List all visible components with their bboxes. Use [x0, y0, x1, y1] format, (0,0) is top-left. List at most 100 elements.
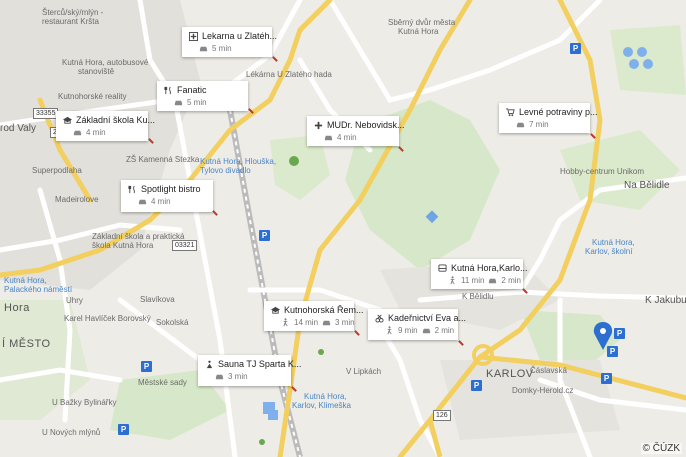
label-hobby: Hobby-centrum Unikom [560, 167, 645, 176]
travel-time: 4 min [86, 128, 106, 137]
label-zakladni-sk: Základní škola a praktická [92, 232, 185, 241]
label-karlov-skolni: Karlov, školní [585, 247, 633, 256]
school-icon [63, 116, 72, 125]
label-madeirolove: Madeirolove [55, 195, 99, 204]
label-stercovsky: Šterců/ský/mlýn - [42, 8, 104, 17]
label-skola-kh: škola Kutná Hora [92, 241, 154, 250]
label-k-belidlu: K Bělidlu [462, 292, 494, 301]
bus-icon [438, 263, 447, 273]
label-kh-karlov2: Kutná Hora, [304, 392, 347, 401]
label-lekarna-zlata: Lékárna U Zlatého hada [246, 70, 332, 79]
label-stanoviste: stanoviště [78, 67, 115, 76]
label-kh-autobusove: Kutná Hora, autobusové [62, 58, 149, 67]
parking-icon: P [570, 43, 581, 54]
poi-card-kutnohorska[interactable]: Kutnohorská Řem... 14 min 3 min [264, 301, 364, 331]
car-icon [138, 197, 147, 206]
car-icon [73, 128, 82, 137]
road-33355: 33355 [33, 108, 59, 119]
restaurant-icon [164, 86, 173, 95]
car-icon [199, 44, 208, 53]
shopping-cart-icon [506, 107, 515, 117]
label-mesto: Í MĚSTO [2, 338, 51, 350]
label-kutna-hora-sd: Kutná Hora [398, 27, 439, 36]
poi-title: Základní škola Ku... [76, 115, 156, 125]
poi-card-lekarna[interactable]: Lekarna u Zlatéh... 5 min [182, 27, 277, 57]
poi-title: Lekarna u Zlatéh... [202, 31, 278, 41]
walk-icon [448, 276, 457, 285]
poi-card-spotlight[interactable]: Spotlight bistro 4 min [121, 180, 213, 212]
parking-icon: P [607, 346, 618, 357]
label-u-novych: U Nových mlýnů [42, 428, 101, 437]
label-sokolska: Sokolská [156, 318, 189, 327]
parking-icon: P [118, 424, 129, 435]
label-kh-reality: Kutnohorské reality [58, 92, 127, 101]
car-icon [516, 120, 525, 129]
school-icon [271, 306, 280, 315]
car-icon [322, 318, 331, 327]
road-126: 126 [433, 410, 451, 421]
car-icon [488, 276, 497, 285]
walk-icon [385, 326, 394, 335]
poi-card-zakladni[interactable]: Základní škola Ku... 4 min [56, 111, 155, 141]
label-u-bazky: U Bažky Bylinářky [52, 398, 117, 407]
travel-time: 5 min [187, 98, 207, 107]
car-icon [215, 372, 224, 381]
poi-title: Spotlight bistro [141, 184, 201, 194]
label-karlov-klimecka: Karlov, Klimeška [292, 401, 351, 410]
label-ora: Hora [4, 302, 30, 314]
label-karlov: KARLOV [486, 368, 534, 380]
car-time: 3 min [335, 318, 355, 327]
walk-icon [281, 318, 290, 327]
travel-time: 5 min [212, 44, 232, 53]
label-na-belidle: Na Bělidle [624, 180, 670, 191]
car-icon [324, 133, 333, 142]
label-castavska: Čáslavská [530, 366, 567, 375]
label-domky: Domky-Herold.cz [512, 386, 574, 395]
label-kh-karlov: Kutná Hora, [592, 238, 635, 247]
car-time: 2 min [501, 276, 521, 285]
poi-title: Kadeřnictví Eva a... [388, 313, 467, 323]
label-k-jakubu: K Jakubu [645, 295, 686, 306]
poi-card-kadernictvi[interactable]: Kadeřnictví Eva a... 9 min 2 min [368, 309, 466, 340]
parking-icon: P [259, 230, 270, 241]
poi-title: MUDr. Nebovidsk... [327, 120, 405, 130]
label-superpodlaha: Superpodlaha [32, 166, 82, 175]
travel-time: 7 min [529, 120, 549, 129]
poi-card-levne[interactable]: Levné potraviny p... 7 min [499, 103, 598, 133]
parking-icon: P [141, 361, 152, 372]
walk-time: 9 min [398, 326, 418, 335]
pharmacy-icon [189, 31, 198, 41]
travel-time: 3 min [228, 372, 248, 381]
poi-title: Kutnohorská Řem... [284, 305, 364, 315]
sauna-icon [205, 360, 214, 369]
parking-icon: P [601, 373, 612, 384]
poi-title: Kutná Hora,Karlo... [451, 263, 528, 273]
travel-time: 4 min [151, 197, 171, 206]
label-slavikova: Slavíkova [140, 295, 175, 304]
label-uhry: Uhry [66, 296, 83, 305]
walk-time: 11 min [461, 276, 485, 285]
label-restaurant-krista: restaurant Kršta [42, 17, 99, 26]
travel-time: 4 min [337, 133, 357, 142]
label-mistske-sady: Městské sady [138, 378, 187, 387]
poi-title: Fanatic [177, 85, 207, 95]
walk-time: 14 min [294, 318, 319, 327]
poi-title: Sauna TJ Sparta K... [218, 359, 302, 369]
parking-icon: P [471, 380, 482, 391]
parking-icon: P [614, 328, 625, 339]
poi-card-mudr[interactable]: MUDr. Nebovidsk... 4 min [307, 116, 405, 146]
poi-card-kutnahora[interactable]: Kutná Hora,Karlo... 11 min 2 min [431, 259, 528, 289]
label-karel-havlicek: Karel Havlíček Borovský [64, 314, 151, 323]
car-time: 2 min [434, 326, 455, 335]
hairdresser-icon [375, 314, 384, 323]
restaurant-icon [128, 185, 137, 194]
label-rod-valy: rod Valy [0, 123, 36, 134]
label-palackeho-nam: Palackého náměstí [4, 285, 73, 294]
label-tylovo: Tylovo divadlo [200, 166, 251, 175]
poi-card-fanatic[interactable]: Fanatic 5 min [157, 81, 248, 111]
road-03321: 03321 [172, 240, 198, 251]
map-attribution: © ČÚZK [640, 443, 682, 454]
car-icon [422, 326, 431, 335]
poi-card-sauna[interactable]: Sauna TJ Sparta K... 3 min [198, 355, 301, 386]
label-kh-hlouska: Kutná Hora, Hlouška, [200, 157, 277, 166]
